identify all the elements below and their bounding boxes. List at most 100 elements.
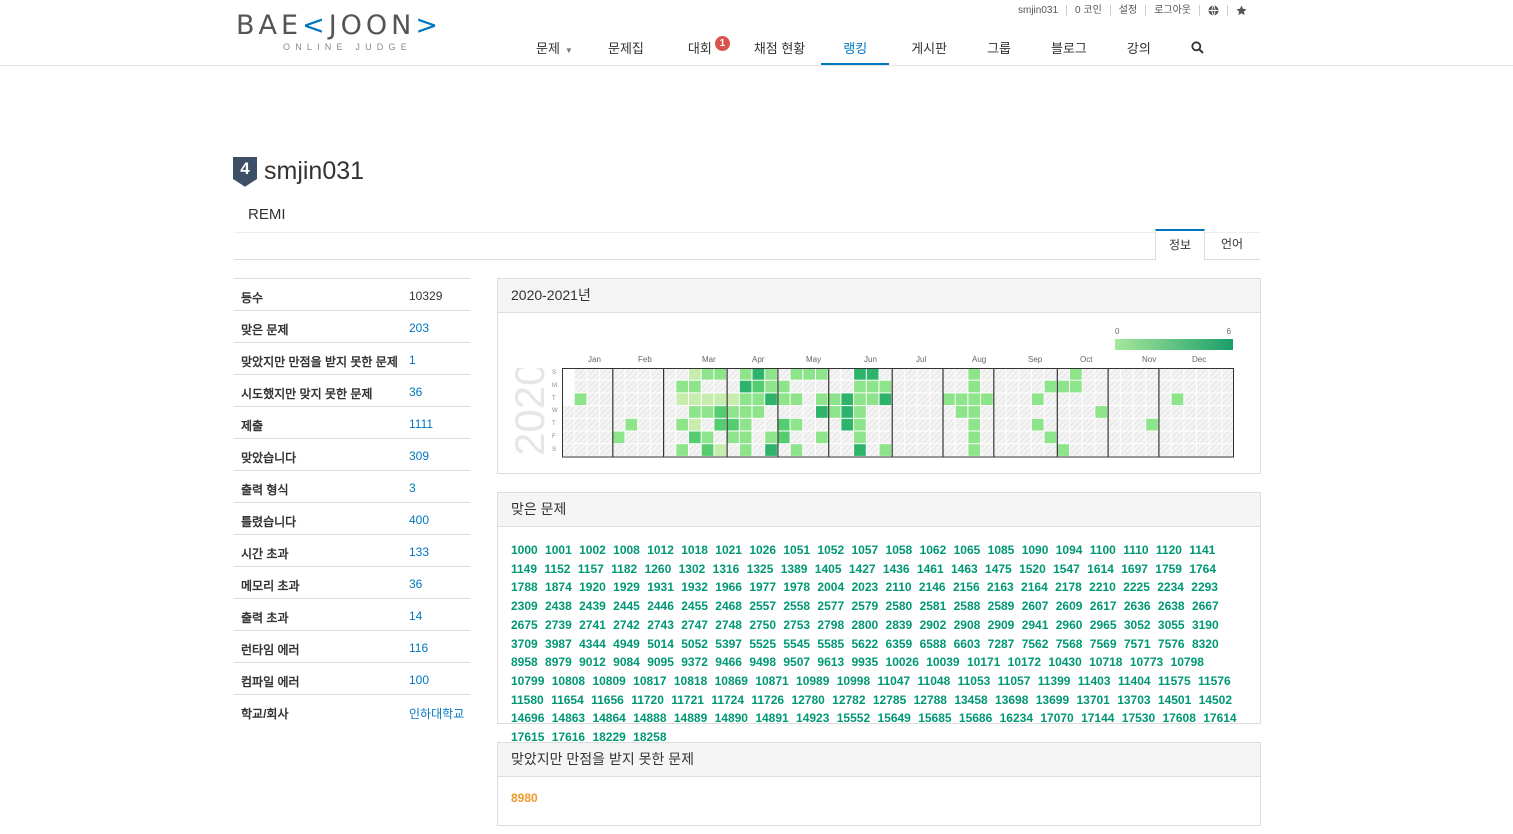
heatmap-cell[interactable] (765, 431, 777, 444)
heatmap-cell[interactable] (612, 444, 625, 456)
problem-link[interactable]: 2798 (817, 618, 844, 632)
heatmap-cell[interactable] (689, 406, 701, 418)
problem-link[interactable]: 5052 (681, 637, 708, 651)
problem-link[interactable]: 9466 (715, 655, 742, 669)
heatmap-cell[interactable] (803, 368, 815, 380)
heatmap-cell[interactable] (879, 444, 892, 456)
heatmap-cell[interactable] (841, 444, 854, 456)
nav-ranking[interactable]: 랭킹 (821, 38, 890, 65)
problem-link[interactable]: 11053 (958, 674, 991, 688)
heatmap-cell[interactable] (1209, 418, 1222, 431)
heatmap-cell[interactable] (701, 406, 714, 418)
heatmap-cell[interactable] (828, 444, 841, 456)
heatmap-cell[interactable] (904, 406, 917, 418)
heatmap-cell[interactable] (1019, 444, 1031, 456)
heatmap-cell[interactable] (765, 380, 777, 393)
heatmap-cell[interactable] (930, 444, 942, 456)
nav-board[interactable]: 게시판 (889, 38, 963, 65)
heatmap-cell[interactable] (574, 406, 587, 418)
problem-link[interactable]: 2455 (681, 599, 708, 613)
heatmap-cell[interactable] (574, 444, 587, 456)
problem-link[interactable]: 1021 (715, 543, 742, 557)
heatmap-cell[interactable] (930, 380, 942, 393)
heatmap-cell[interactable] (689, 380, 701, 393)
problem-link[interactable]: 14501 (1158, 693, 1191, 707)
problem-link[interactable]: 2743 (647, 618, 674, 632)
problem-link[interactable]: 3987 (545, 637, 572, 651)
problem-link[interactable]: 8958 (511, 655, 538, 669)
globe-icon[interactable] (1199, 5, 1227, 16)
heatmap-cell[interactable] (955, 380, 968, 393)
heatmap-cell[interactable] (1158, 368, 1171, 380)
problem-link[interactable]: 14888 (633, 711, 666, 725)
problem-link[interactable]: 5397 (715, 637, 742, 651)
heatmap-cell[interactable] (1057, 393, 1069, 406)
problem-link[interactable]: 9935 (851, 655, 878, 669)
heatmap-cell[interactable] (790, 406, 803, 418)
problem-link[interactable]: 10026 (886, 655, 919, 669)
heatmap-cell[interactable] (1120, 393, 1133, 406)
heatmap-cell[interactable] (777, 444, 790, 456)
heatmap-cell[interactable] (892, 393, 904, 406)
heatmap-cell[interactable] (663, 368, 676, 380)
heatmap-cell[interactable] (1057, 368, 1069, 380)
heatmap-cell[interactable] (993, 368, 1006, 380)
heatmap-cell[interactable] (968, 368, 981, 380)
heatmap-cell[interactable] (676, 380, 688, 393)
heatmap-cell[interactable] (676, 393, 688, 406)
heatmap-cell[interactable] (1070, 406, 1082, 418)
heatmap-cell[interactable] (1184, 368, 1196, 380)
heatmap-cell[interactable] (943, 393, 955, 406)
problem-link[interactable]: 2004 (817, 580, 844, 594)
stats-value[interactable]: 1111 (409, 417, 433, 431)
heatmap-cell[interactable] (600, 418, 612, 431)
problem-link[interactable]: 11580 (511, 693, 544, 707)
heatmap-cell[interactable] (689, 444, 701, 456)
problem-link[interactable]: 1065 (954, 543, 981, 557)
heatmap-cell[interactable] (663, 406, 676, 418)
heatmap-cell[interactable] (638, 418, 650, 431)
problem-link[interactable]: 5525 (749, 637, 776, 651)
heatmap-cell[interactable] (727, 406, 739, 418)
problem-link[interactable]: 14923 (796, 711, 829, 725)
heatmap-cell[interactable] (1222, 431, 1234, 444)
problem-link[interactable]: 2210 (1089, 580, 1116, 594)
heatmap-cell[interactable] (650, 444, 663, 456)
heatmap-cell[interactable] (1184, 393, 1196, 406)
problem-link[interactable]: 10818 (674, 674, 707, 688)
heatmap-cell[interactable] (739, 431, 752, 444)
heatmap-cell[interactable] (790, 368, 803, 380)
heatmap-cell[interactable] (587, 444, 600, 456)
problem-link[interactable]: 10871 (755, 674, 788, 688)
problem-link[interactable]: 2747 (681, 618, 708, 632)
problem-link[interactable]: 15649 (877, 711, 910, 725)
problem-link[interactable]: 17144 (1081, 711, 1114, 725)
problem-link[interactable]: 11404 (1118, 674, 1151, 688)
problem-link[interactable]: 2225 (1123, 580, 1150, 594)
heatmap-cell[interactable] (854, 406, 866, 418)
heatmap-cell[interactable] (828, 406, 841, 418)
heatmap-cell[interactable] (739, 380, 752, 393)
heatmap-cell[interactable] (1158, 406, 1171, 418)
problem-link[interactable]: 11048 (918, 674, 951, 688)
heatmap-cell[interactable] (828, 380, 841, 393)
heatmap-cell[interactable] (866, 406, 879, 418)
heatmap-cell[interactable] (1197, 406, 1209, 418)
heatmap-cell[interactable] (689, 431, 701, 444)
problem-link[interactable]: 12780 (791, 693, 824, 707)
problem-link[interactable]: 17530 (1122, 711, 1155, 725)
problem-link[interactable]: 2675 (511, 618, 538, 632)
problem-link[interactable]: 2023 (851, 580, 878, 594)
heatmap-cell[interactable] (866, 431, 879, 444)
problem-link[interactable]: 1966 (715, 580, 742, 594)
heatmap-cell[interactable] (1120, 444, 1133, 456)
logout-link[interactable]: 로그아웃 (1145, 5, 1199, 16)
problem-link[interactable]: 5622 (851, 637, 878, 651)
heatmap-cell[interactable] (1019, 431, 1031, 444)
problem-link[interactable]: 13701 (1076, 693, 1109, 707)
heatmap-cell[interactable] (1146, 393, 1158, 406)
heatmap-cell[interactable] (1031, 393, 1044, 406)
problem-link[interactable]: 1058 (886, 543, 913, 557)
heatmap-cell[interactable] (676, 444, 688, 456)
heatmap-cell[interactable] (790, 380, 803, 393)
